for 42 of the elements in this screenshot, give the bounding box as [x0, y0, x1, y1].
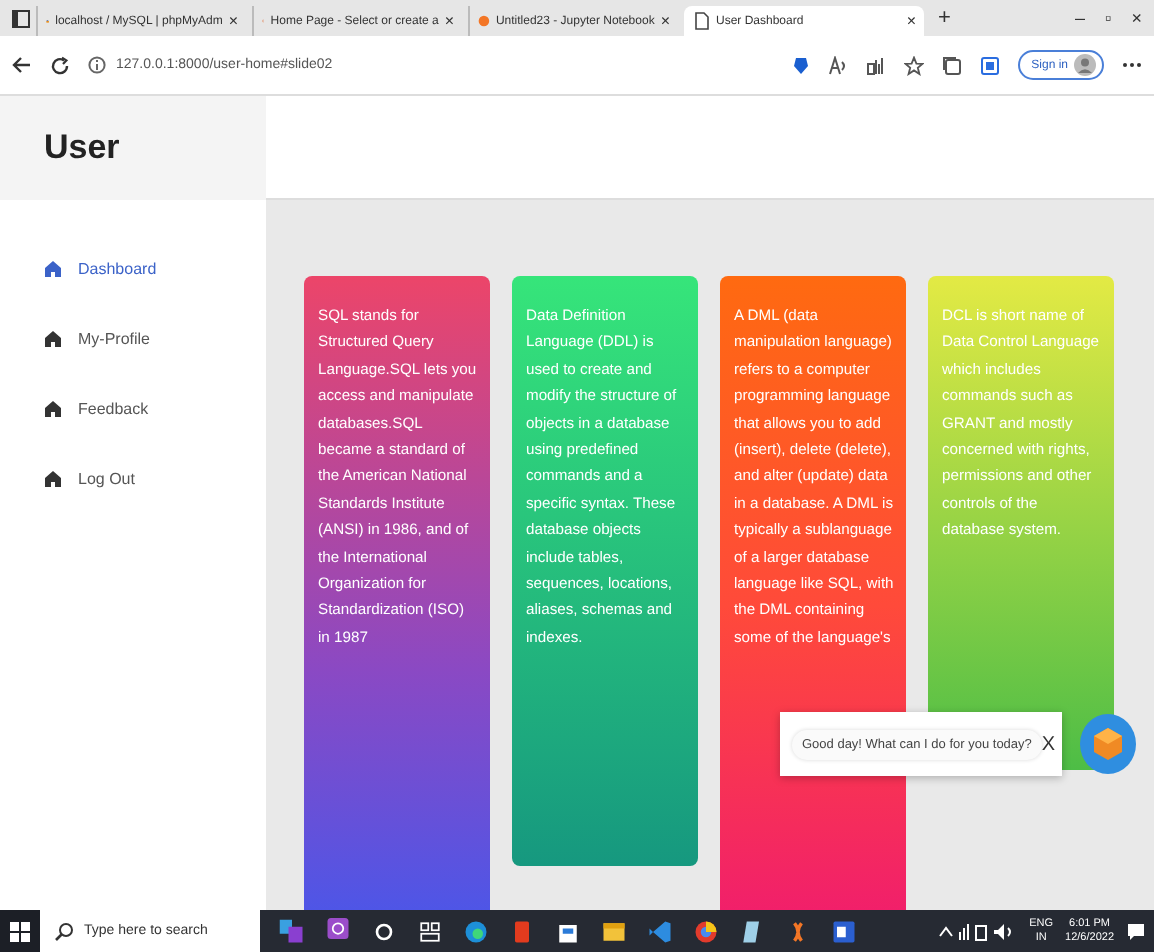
- app-icon[interactable]: [865, 55, 886, 75]
- maximize-button[interactable]: ▫: [1105, 8, 1112, 28]
- back-arrow-icon: [12, 56, 32, 74]
- home-icon: [44, 470, 62, 488]
- favorite-star-icon[interactable]: [903, 55, 924, 75]
- cube-icon: [1092, 726, 1124, 762]
- task-view-icon[interactable]: [416, 917, 444, 945]
- refresh-icon[interactable]: [50, 55, 70, 75]
- close-button[interactable]: X: [1041, 733, 1056, 755]
- sidebar-title: User: [44, 128, 120, 168]
- more-dots-icon: [1122, 62, 1142, 68]
- info-icon[interactable]: [88, 56, 106, 74]
- close-tab-button[interactable]: ×: [906, 12, 916, 30]
- windows-logo-icon: [10, 921, 30, 941]
- close-button[interactable]: ×: [1131, 8, 1142, 28]
- search-icon: [54, 921, 74, 941]
- close-tab-button[interactable]: ×: [444, 12, 454, 30]
- sidebar-item[interactable]: Feedback: [44, 394, 204, 424]
- minimize-button[interactable]: –: [1075, 8, 1086, 28]
- new-tab-button[interactable]: +: [938, 6, 951, 30]
- extension-icon[interactable]: [979, 55, 1000, 75]
- site-icon: [478, 12, 490, 30]
- tab-actions-icon[interactable]: [12, 9, 30, 27]
- home-icon: [44, 260, 62, 278]
- page-icon: [692, 12, 710, 30]
- notification-icon[interactable]: [1126, 921, 1146, 941]
- sidebar-item[interactable]: Log Out: [44, 464, 204, 494]
- read-aloud-icon[interactable]: [827, 55, 848, 75]
- home-icon: [44, 400, 62, 418]
- start-button[interactable]: [0, 910, 40, 952]
- sidebar-item[interactable]: Dashboard: [44, 254, 204, 284]
- more-options-button[interactable]: [1122, 62, 1142, 68]
- chat-bot-button[interactable]: [1080, 714, 1136, 774]
- close-tab-button[interactable]: ×: [660, 12, 670, 30]
- avatar-icon: [1074, 54, 1096, 76]
- back-button[interactable]: [12, 56, 32, 74]
- home-icon: [44, 330, 62, 348]
- folder-icon[interactable]: [600, 917, 628, 945]
- collections-icon[interactable]: [941, 55, 962, 75]
- close-tab-button[interactable]: ×: [228, 12, 238, 30]
- tag-icon[interactable]: [791, 55, 810, 75]
- sidebar-item[interactable]: My-Profile: [44, 324, 204, 354]
